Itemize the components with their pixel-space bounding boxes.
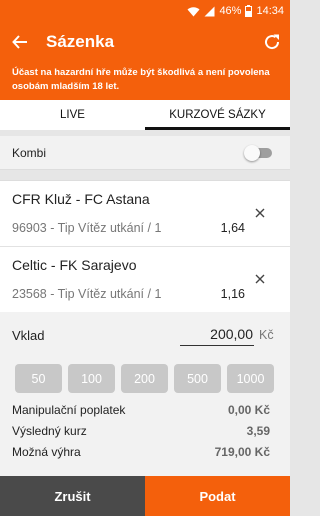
wifi-icon (187, 6, 200, 17)
match-name: CFR Kluž - FC Astana (12, 191, 150, 207)
quick-amount-100-button[interactable]: 100 (68, 364, 115, 393)
page-title: Sázenka (46, 32, 115, 51)
total-odds-row: Výsledný kurz 3,59 (12, 424, 270, 438)
fee-value: 0,00 Kč (227, 403, 270, 417)
bet-tip: 23568 - Tip Vítěz utkání / 1 (12, 287, 162, 301)
match-name: Celtic - FK Sarajevo (12, 257, 137, 273)
battery-icon (245, 5, 253, 17)
bet-odds: 1,64 (220, 221, 245, 235)
bet-list: CFR Kluž - FC Astana 96903 - Tip Vítěz u… (0, 180, 290, 313)
bet-tip: 96903 - Tip Vítěz utkání / 1 (12, 221, 162, 235)
battery-percent: 46% (219, 5, 242, 17)
tab-live[interactable]: LIVE (0, 100, 145, 130)
tab-kurzove-sazky[interactable]: KURZOVÉ SÁZKY (145, 100, 290, 130)
tab-bar: LIVE KURZOVÉ SÁZKY (0, 100, 290, 130)
fee-row: Manipulační poplatek 0,00 Kč (12, 403, 270, 417)
refresh-icon[interactable] (254, 22, 290, 62)
quick-amount-50-button[interactable]: 50 (15, 364, 62, 393)
stake-input[interactable]: 200,00 (180, 324, 254, 346)
quick-amount-500-button[interactable]: 500 (174, 364, 221, 393)
quick-amount-1000-button[interactable]: 1000 (227, 364, 274, 393)
stake-currency: Kč (259, 328, 274, 342)
total-odds-label: Výsledný kurz (12, 424, 87, 438)
fee-label: Manipulační poplatek (12, 403, 126, 417)
stake-label: Vklad (12, 328, 45, 343)
remove-bet-icon[interactable] (252, 205, 268, 221)
possible-win-row: Možná výhra 719,00 Kč (12, 445, 270, 459)
submit-button[interactable]: Podat (145, 476, 290, 516)
app-bar: Sázenka (0, 22, 290, 62)
quick-amount-200-button[interactable]: 200 (121, 364, 168, 393)
bet-item: Celtic - FK Sarajevo 23568 - Tip Vítěz u… (0, 247, 290, 313)
status-bar: 46% 14:34 (0, 0, 290, 22)
bet-item: CFR Kluž - FC Astana 96903 - Tip Vítěz u… (0, 181, 290, 247)
signal-icon (204, 6, 215, 17)
kombi-toggle[interactable] (244, 144, 274, 161)
back-arrow-icon[interactable] (0, 22, 40, 62)
gambling-warning: Účast na hazardní hře může být škodlivá … (0, 62, 290, 100)
cancel-button[interactable]: Zrušit (0, 476, 145, 516)
kombi-row: Kombi (0, 136, 290, 170)
stake-panel: Vklad 200,00 Kč 50 100 200 500 1000 Mani… (0, 312, 290, 476)
remove-bet-icon[interactable] (252, 271, 268, 287)
possible-win-label: Možná výhra (12, 445, 81, 459)
possible-win-value: 719,00 Kč (214, 445, 270, 459)
kombi-label: Kombi (12, 145, 47, 160)
footer-actions: Zrušit Podat (0, 476, 290, 516)
bet-odds: 1,16 (220, 287, 245, 301)
clock: 14:34 (256, 5, 284, 17)
total-odds-value: 3,59 (246, 424, 270, 438)
